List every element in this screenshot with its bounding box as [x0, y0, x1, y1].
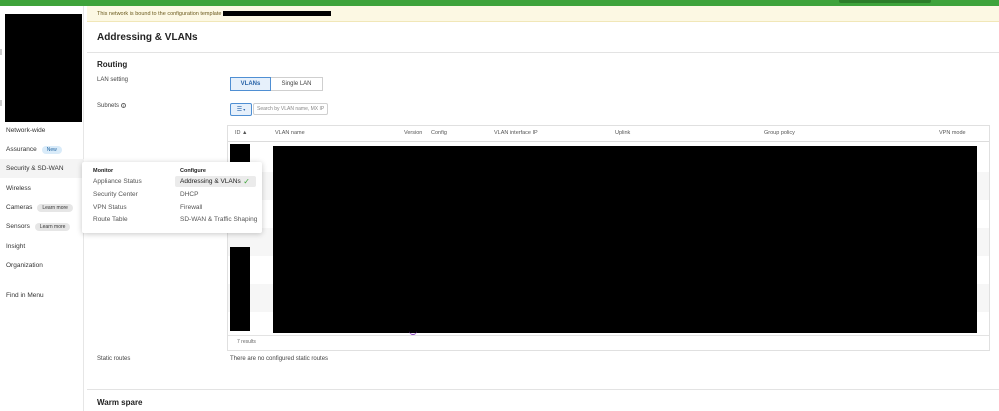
column-header-config[interactable]: Config [431, 130, 447, 136]
sidebar-item-wireless[interactable]: Wireless [0, 179, 84, 198]
find-in-menu-label: Find in Menu [6, 292, 44, 299]
divider [228, 141, 989, 142]
column-header-uplink[interactable]: Uplink [615, 130, 630, 136]
sidebar-item-label: Insight [6, 243, 26, 250]
sidebar-item-label: Wireless [6, 185, 31, 192]
vlan-search-input[interactable] [253, 103, 328, 115]
sidebar-item-label: Security & SD-WAN [6, 165, 64, 172]
sidebar-item-insight[interactable]: Insight [0, 237, 84, 256]
menu-item-sd-wan-traffic-shaping[interactable]: SD-WAN & Traffic Shaping [180, 216, 257, 223]
column-header-vlan-name[interactable]: VLAN name [275, 130, 305, 136]
learn-more-badge[interactable]: Learn more [34, 222, 71, 231]
learn-more-badge[interactable]: Learn more [37, 203, 73, 212]
subnets-label-text: Subnets [97, 103, 120, 110]
security-sd-wan-flyout-menu: Monitor Appliance Status Security Center… [82, 162, 262, 233]
menu-item-dhcp[interactable]: DHCP [180, 191, 198, 198]
divider [87, 389, 999, 390]
menu-item-security-center[interactable]: Security Center [93, 191, 138, 198]
column-header-vpn-mode[interactable]: VPN mode [939, 130, 966, 136]
single-lan-option[interactable]: Single LAN [271, 77, 323, 91]
sidebar-collapse-handle[interactable] [0, 100, 2, 106]
static-routes-label: Static routes [97, 356, 131, 362]
template-banner: This network is bound to the configurati… [87, 6, 999, 22]
sidebar-item-organization[interactable]: Organization [0, 256, 84, 275]
find-in-menu-link[interactable]: Find in Menu [0, 286, 84, 305]
lan-setting-label: LAN setting [97, 77, 129, 83]
monitor-heading: Monitor [93, 168, 114, 174]
warm-spare-heading: Warm spare [97, 398, 143, 407]
page-title: Addressing & VLANs [97, 32, 198, 43]
sidebar: Network-wide Assurance New Security & SD… [0, 6, 84, 411]
static-routes-empty-text: There are no configured static routes [230, 356, 329, 362]
banner-text: This network is bound to the configurati… [97, 10, 222, 17]
sliders-icon: ☰ [236, 107, 243, 113]
org-logo-redacted [5, 14, 82, 122]
sidebar-item-label: Organization [6, 262, 43, 269]
routing-heading: Routing [97, 60, 128, 69]
sidebar-item-label: Sensors [6, 223, 30, 230]
divider [87, 52, 999, 53]
chevron-down-icon: ▾ [243, 107, 246, 112]
sidebar-collapse-handle[interactable] [0, 49, 2, 55]
lan-setting-toggle: VLANs Single LAN [230, 77, 323, 91]
results-count: 7 results [237, 339, 256, 345]
menu-item-route-table[interactable]: Route Table [93, 216, 128, 223]
menu-item-addressing-vlans[interactable]: Addressing & VLANs ✓ [175, 176, 256, 187]
vlan-table: ID ▲ VLAN name Version Config VLAN inter… [227, 125, 990, 351]
divider [228, 335, 989, 336]
sidebar-item-label: Cameras [6, 204, 33, 211]
menu-item-appliance-status[interactable]: Appliance Status [93, 178, 142, 185]
redacted-cell [230, 247, 250, 331]
top-action-button[interactable] [839, 0, 931, 3]
redacted-table-body [273, 146, 977, 333]
sidebar-item-sensors[interactable]: Sensors Learn more [0, 217, 84, 236]
configure-heading: Configure [180, 168, 206, 174]
subnets-label: Subnets i [97, 103, 127, 110]
vlans-option[interactable]: VLANs [230, 77, 271, 91]
sidebar-item-cameras[interactable]: Cameras Learn more [0, 198, 84, 217]
column-header-vlan-interface-ip[interactable]: VLAN interface IP [494, 130, 538, 136]
redacted-cell [230, 144, 250, 162]
column-header-version[interactable]: Version [404, 130, 422, 136]
sidebar-item-network-wide[interactable]: Network-wide [0, 121, 84, 140]
column-filter-button[interactable]: ☰ ▾ [230, 103, 252, 116]
column-header-group-policy[interactable]: Group policy [764, 130, 795, 136]
sidebar-item-assurance[interactable]: Assurance New [0, 140, 84, 159]
menu-item-firewall[interactable]: Firewall [180, 204, 202, 211]
template-name-redacted [223, 11, 332, 16]
sidebar-item-security-sd-wan[interactable]: Security & SD-WAN [0, 159, 84, 178]
info-icon[interactable]: i [121, 103, 127, 108]
sidebar-item-label: Assurance [6, 146, 37, 153]
menu-item-vpn-status[interactable]: VPN Status [93, 204, 127, 211]
menu-item-label: Addressing & VLANs [180, 178, 241, 185]
checkmark-icon: ✓ [243, 177, 250, 186]
sidebar-item-label: Network-wide [6, 127, 46, 134]
column-header-id[interactable]: ID ▲ [235, 130, 247, 136]
new-badge: New [41, 145, 62, 154]
